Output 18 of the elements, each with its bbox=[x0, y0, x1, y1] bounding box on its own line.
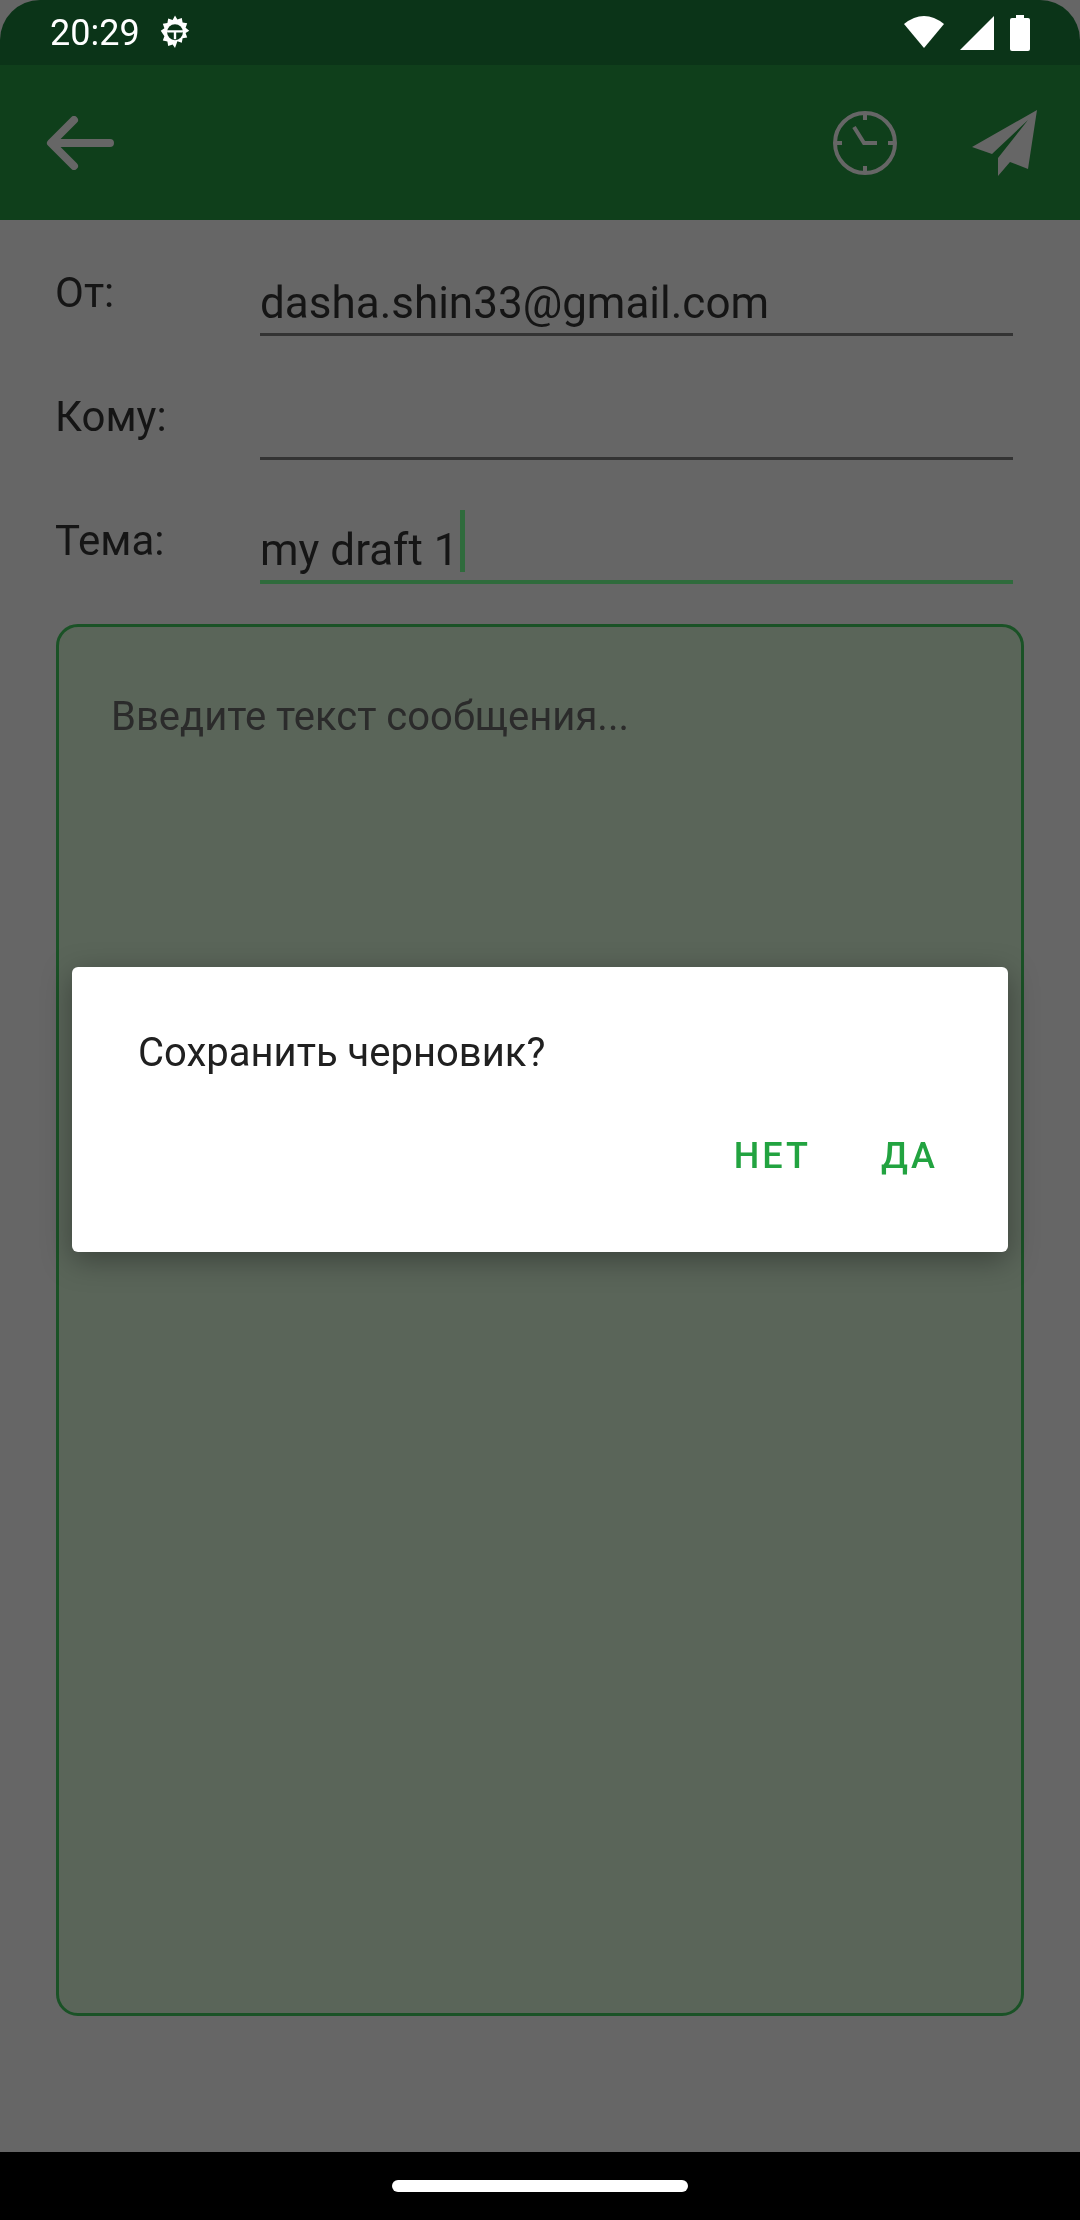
clock-icon bbox=[832, 109, 898, 176]
status-time: 20:29 bbox=[50, 10, 140, 56]
input-field[interactable]: my draft 1 bbox=[260, 508, 1013, 584]
dialog-title: Сохранить черновик? bbox=[138, 1028, 547, 1078]
field-label: Кому: bbox=[55, 391, 168, 443]
wifi-icon bbox=[904, 15, 944, 50]
signal-icon bbox=[960, 15, 994, 50]
dialog-button[interactable]: НЕТ bbox=[703, 1121, 841, 1191]
dialog-button[interactable]: ДА bbox=[850, 1121, 968, 1191]
input-field[interactable]: dasha.shin33@gmail.com bbox=[260, 260, 1013, 336]
back-arrow-icon bbox=[46, 115, 114, 170]
field-label: Тема: bbox=[55, 515, 166, 567]
send-button[interactable] bbox=[970, 107, 1040, 178]
battery-icon bbox=[1010, 14, 1030, 51]
home-handle[interactable] bbox=[392, 2180, 688, 2192]
paper-plane-icon bbox=[972, 109, 1038, 176]
field-label: От: bbox=[55, 267, 116, 319]
text-cursor bbox=[460, 510, 466, 572]
